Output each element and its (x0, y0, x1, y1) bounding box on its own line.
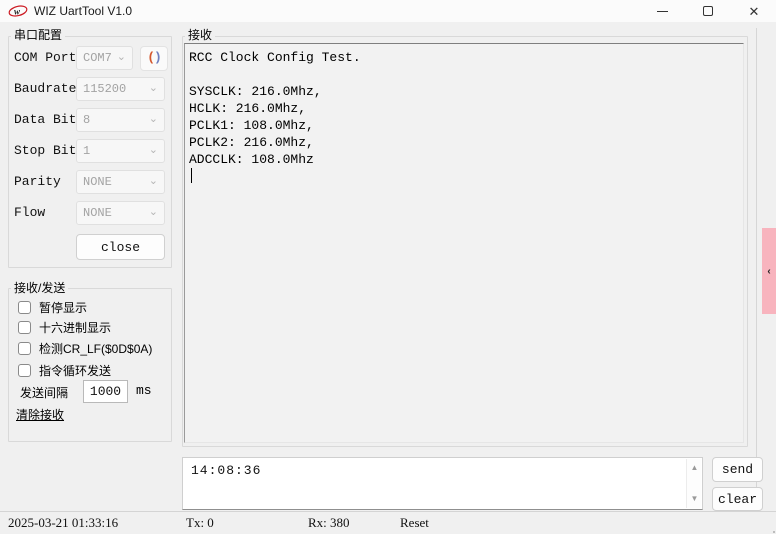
svg-text:w: w (14, 7, 21, 17)
status-timestamp: 2025-03-21 01:33:16 (8, 515, 119, 530)
checkbox-icon (18, 341, 31, 355)
receive-text: RCC Clock Config Test. SYSCLK: 216.0Mhz,… (189, 50, 361, 167)
receive-title: 接收 (185, 28, 216, 42)
close-window-button[interactable]: ✕ (731, 0, 776, 22)
parity-label: Parity (14, 174, 61, 189)
checkbox-label: 十六进制显示 (39, 320, 112, 335)
titlebar: w WIZ UartTool V1.0 ✕ (0, 0, 776, 22)
baudrate-select[interactable]: 115200 ⌄ (76, 77, 165, 101)
flow-value: NONE (83, 206, 112, 220)
checkbox-icon (18, 300, 31, 314)
scroll-up-icon[interactable]: ▲ (687, 461, 702, 475)
chevron-left-icon: ‹ (767, 265, 771, 277)
refresh-ports-button[interactable]: () (140, 46, 168, 71)
chevron-down-icon: ⌄ (148, 113, 158, 125)
text-caret (191, 168, 192, 183)
maximize-icon (703, 6, 713, 16)
status-reset[interactable]: Reset (400, 512, 429, 534)
com-port-value: COM7 (83, 51, 112, 65)
com-port-select[interactable]: COM7 ⌄ (76, 46, 133, 70)
resize-grip-icon[interactable] (770, 528, 772, 530)
parity-select[interactable]: NONE ⌄ (76, 170, 165, 194)
window-title: WIZ UartTool V1.0 (34, 4, 133, 18)
send-input-value: 14:08:36 (191, 463, 262, 478)
checkbox-label: 暂停显示 (39, 300, 88, 315)
send-interval-input[interactable]: 1000 (83, 380, 128, 403)
stop-bit-label: Stop Bit (14, 143, 77, 158)
minimize-icon (656, 10, 668, 12)
checkbox-hex-display[interactable]: 十六进制显示 (18, 319, 111, 335)
refresh-icon: ( (147, 50, 155, 65)
close-icon: ✕ (748, 3, 760, 19)
checkbox-label: 指令循环发送 (39, 363, 112, 378)
send-interval-label: 发送间隔 (20, 386, 69, 400)
chevron-down-icon: ⌄ (148, 206, 158, 218)
maximize-button[interactable] (685, 0, 731, 22)
scroll-down-icon[interactable]: ▼ (687, 492, 702, 506)
minimize-button[interactable] (639, 0, 685, 22)
checkbox-label: 检测CR_LF($0D$0A) (39, 341, 153, 356)
checkbox-icon (18, 363, 31, 377)
expand-panel-tab[interactable]: ‹ (762, 228, 776, 314)
panel-splitter[interactable] (756, 28, 757, 511)
status-bar: 2025-03-21 01:33:16 Tx: 0 Rx: 380 Reset (0, 511, 776, 534)
stop-bit-value: 1 (83, 144, 91, 158)
checkbox-pause-display[interactable]: 暂停显示 (18, 299, 87, 315)
data-bit-value: 8 (83, 113, 91, 127)
baudrate-label: Baudrate (14, 81, 77, 96)
data-bit-select[interactable]: 8 ⌄ (76, 108, 165, 132)
status-tx-count: Tx: 0 (186, 515, 214, 530)
serial-config-title: 串口配置 (11, 28, 66, 42)
chevron-down-icon: ⌄ (148, 144, 158, 156)
checkbox-loop-send[interactable]: 指令循环发送 (18, 362, 111, 378)
chevron-down-icon: ⌄ (148, 175, 158, 187)
status-rx-count: Rx: 380 (308, 515, 350, 530)
chevron-down-icon: ⌄ (148, 82, 158, 94)
checkbox-icon (18, 320, 31, 334)
parity-value: NONE (83, 175, 112, 189)
flow-select[interactable]: NONE ⌄ (76, 201, 165, 225)
baudrate-value: 115200 (83, 82, 127, 96)
flow-label: Flow (14, 205, 46, 220)
refresh-icon-right: ) (154, 50, 162, 65)
app-logo-icon: w (8, 5, 28, 17)
send-input-scrollbar[interactable]: ▲ ▼ (686, 459, 701, 508)
send-interval-unit: ms (136, 383, 152, 398)
data-bit-label: Data Bit (14, 112, 77, 127)
close-port-button[interactable]: close (76, 234, 165, 260)
stop-bit-select[interactable]: 1 ⌄ (76, 139, 165, 163)
checkbox-detect-crlf[interactable]: 检测CR_LF($0D$0A) (18, 340, 152, 356)
com-port-label: COM Port (14, 50, 77, 65)
clear-receive-link[interactable]: 清除接收 (16, 406, 64, 423)
receive-textarea[interactable]: RCC Clock Config Test. SYSCLK: 216.0Mhz,… (184, 43, 744, 443)
clear-button[interactable]: clear (712, 487, 763, 511)
chevron-down-icon: ⌄ (116, 51, 126, 63)
app-window: w WIZ UartTool V1.0 ✕ 串口配置 COM Port COM7… (0, 0, 776, 534)
send-input[interactable]: 14:08:36 ▲ ▼ (182, 457, 703, 510)
rxtx-title: 接收/发送 (11, 281, 69, 295)
send-button[interactable]: send (712, 457, 763, 482)
